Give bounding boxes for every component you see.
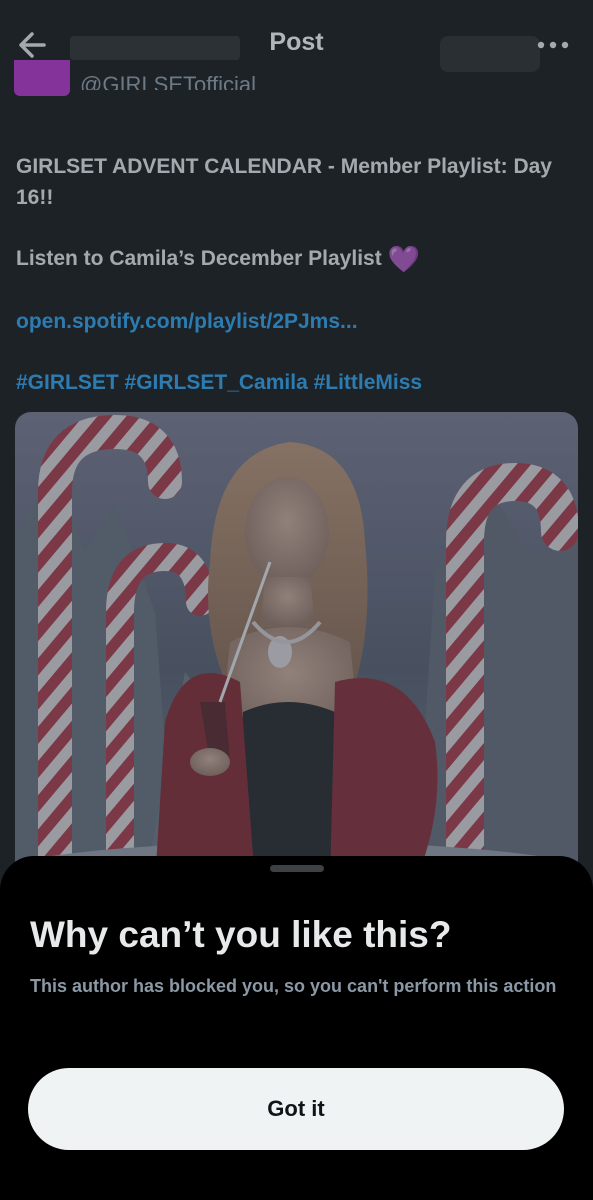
photo-illustration (15, 412, 578, 882)
post-line-title: GIRLSET ADVENT CALENDAR - Member Playlis… (16, 155, 552, 209)
post-image[interactable] (15, 412, 578, 882)
hashtags[interactable]: #GIRLSET #GIRLSET_Camila #LittleMiss (16, 367, 576, 398)
bottom-sheet: Why can’t you like this? This author has… (0, 856, 593, 1200)
spotify-link[interactable]: open.spotify.com/playlist/2PJms... (16, 306, 576, 337)
page-title: Post (269, 28, 324, 56)
more-options-icon[interactable] (535, 30, 571, 60)
post-screen: Post @GIRLSETofficial GIRLSET ADVENT CAL… (0, 0, 593, 1200)
post-line-playlist: Listen to Camila’s December Playlist 💜 (16, 243, 576, 275)
author-handle[interactable]: @GIRLSETofficial (80, 68, 256, 90)
playlist-text: Listen to Camila’s December Playlist (16, 247, 382, 270)
sheet-title: Why can’t you like this? (30, 914, 452, 955)
sheet-message: This author has blocked you, so you can'… (30, 976, 557, 996)
sheet-grabber[interactable] (270, 865, 324, 872)
top-bar: Post @GIRLSETofficial (0, 0, 593, 96)
got-it-button[interactable]: Got it (28, 1068, 564, 1150)
purple-heart-icon: 💜 (387, 244, 420, 274)
avatar[interactable] (14, 60, 70, 96)
